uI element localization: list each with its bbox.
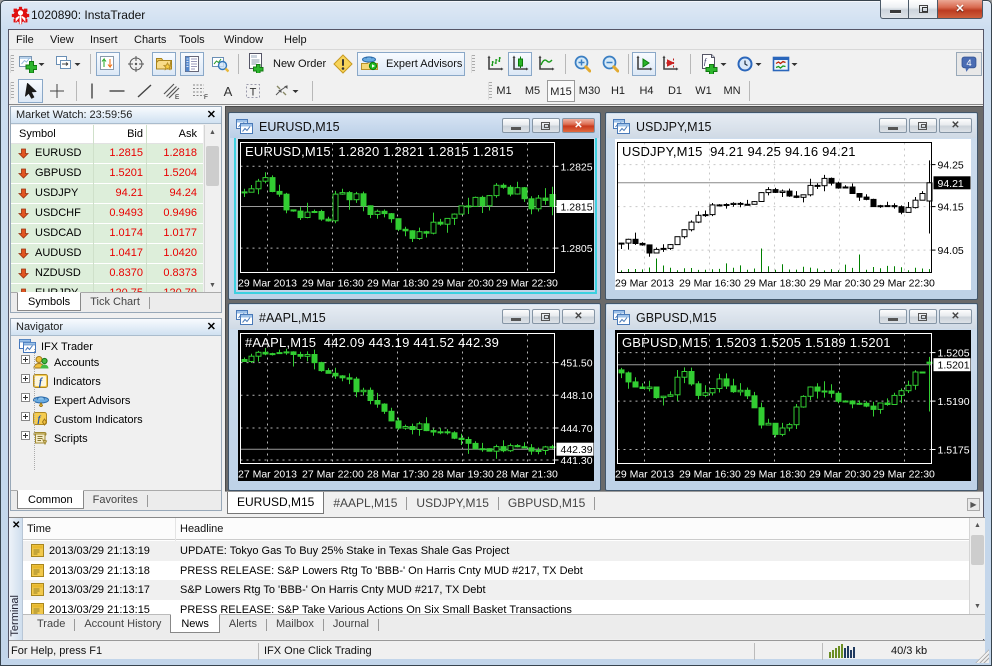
svg-text:28 Mar 21:30: 28 Mar 21:30 [496, 469, 558, 481]
svg-text:94.21: 94.21 [938, 178, 964, 190]
svg-text:1.5205: 1.5205 [938, 348, 970, 360]
svg-text:448.10: 448.10 [561, 390, 593, 402]
svg-text:F: F [204, 94, 208, 100]
svg-text:27 Mar 2013: 27 Mar 2013 [238, 469, 297, 481]
svg-text:29 Mar 20:30: 29 Mar 20:30 [809, 278, 871, 290]
svg-text:451.50: 451.50 [561, 358, 593, 370]
svg-text:28 Mar 19:30: 28 Mar 19:30 [432, 469, 494, 481]
svg-text:29 Mar 22:30: 29 Mar 22:30 [873, 278, 935, 290]
svg-text:29 Mar 2013: 29 Mar 2013 [615, 469, 674, 481]
svg-text:29 Mar 18:30: 29 Mar 18:30 [744, 278, 806, 290]
svg-text:441.30: 441.30 [561, 455, 593, 467]
svg-text:29 Mar 16:30: 29 Mar 16:30 [679, 469, 741, 481]
svg-text:442.39: 442.39 [561, 444, 593, 456]
svg-text:29 Mar 22:30: 29 Mar 22:30 [873, 469, 935, 481]
svg-text:1.5190: 1.5190 [938, 396, 970, 408]
svg-text:29 Mar 2013: 29 Mar 2013 [615, 278, 674, 290]
svg-text:4: 4 [966, 58, 971, 69]
svg-text:28 Mar 17:30: 28 Mar 17:30 [367, 469, 429, 481]
svg-text:29 Mar 20:30: 29 Mar 20:30 [809, 469, 871, 481]
svg-text:27 Mar 22:00: 27 Mar 22:00 [302, 469, 364, 481]
svg-text:94.05: 94.05 [938, 245, 964, 257]
svg-text:T: T [250, 87, 257, 99]
svg-text:94.15: 94.15 [938, 202, 964, 214]
svg-text:1.5201: 1.5201 [938, 360, 970, 372]
svg-text:29 Mar 18:30: 29 Mar 18:30 [744, 469, 806, 481]
svg-text:A: A [224, 84, 233, 99]
svg-text:444.70: 444.70 [561, 423, 593, 435]
svg-text:1.5175: 1.5175 [938, 445, 970, 457]
svg-text:GBPUSD,M15 1.5203 1.5205 1.51: GBPUSD,M15 1.5203 1.5205 1.5189 1.5201 [622, 335, 891, 350]
svg-text:E: E [175, 94, 180, 100]
svg-text:94.25: 94.25 [938, 160, 964, 172]
svg-text:USDJPY,M15 94.21 94.25 94.16: USDJPY,M15 94.21 94.25 94.16 94.21 [622, 144, 856, 159]
svg-text:29 Mar 16:30: 29 Mar 16:30 [679, 278, 741, 290]
svg-text:#AAPL,M15 442.09 443.19 441.5: #AAPL,M15 442.09 443.19 441.52 442.39 [245, 335, 499, 350]
